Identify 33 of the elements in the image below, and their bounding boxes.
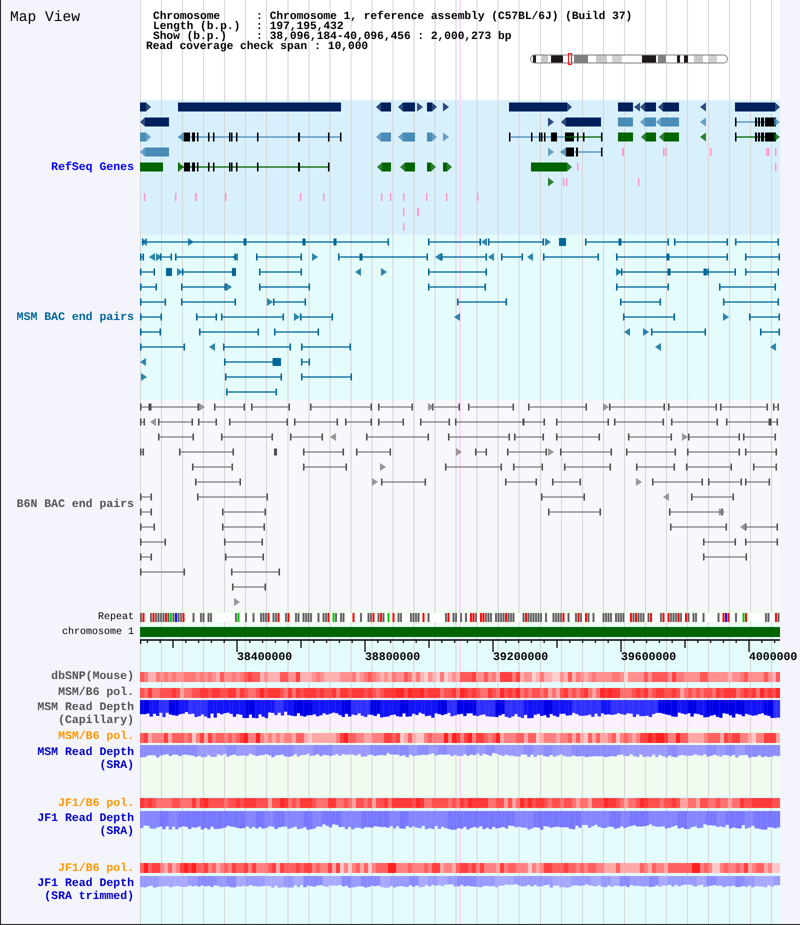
axis-tick-label: 39600000	[621, 651, 676, 664]
position-marker	[568, 53, 572, 65]
track-label: MSM/B6 pol.	[58, 686, 134, 698]
track-label: JF1/B6 pol.	[58, 796, 134, 810]
track-label: MSM/B6 pol.	[58, 730, 134, 743]
info-label: Show (b.p.)	[153, 32, 227, 42]
track-label: chromosome 1	[62, 626, 134, 638]
page-title: Map View	[10, 10, 80, 26]
info-value: 10,000	[328, 42, 368, 52]
info-value: Chromosome 1, reference assembly (C57BL/6J) (Build 37)	[270, 12, 632, 22]
info-value: 197,195,432	[270, 22, 344, 32]
axis-tick-label: 4000000	[749, 651, 798, 664]
track-label: JF1 Read Depth (SRA trimmed)	[36, 877, 134, 903]
track-label: RefSeq Genes	[51, 161, 134, 174]
field-separator: :	[314, 42, 321, 52]
track-label: Repeat	[98, 610, 134, 624]
info-value: 38,096,184-40,096,456 : 2,000,273 bp	[270, 32, 512, 42]
track-label: MSM Read Depth (Capillary)	[36, 701, 134, 727]
track-label: MSM Read Depth (SRA)	[36, 746, 134, 772]
axis-tick-label: 38400000	[237, 651, 292, 664]
track-label: JF1/B6 pol.	[58, 862, 134, 874]
track-label: dbSNP(Mouse)	[51, 670, 134, 683]
track-label: JF1 Read Depth (SRA)	[36, 812, 134, 838]
field-separator: :	[256, 12, 263, 22]
field-separator: :	[256, 22, 263, 32]
field-separator: :	[256, 32, 263, 42]
axis-tick-label: 39200000	[493, 651, 548, 664]
info-label: Read coverage check span	[146, 42, 308, 52]
info-label: Length (b.p.)	[153, 22, 242, 32]
axis-tick-label: 38800000	[365, 651, 420, 664]
track-label: MSM BAC end pairs	[16, 311, 134, 324]
track-label: B6N BAC end pairs	[16, 498, 134, 511]
info-label: Chromosome	[153, 12, 220, 22]
